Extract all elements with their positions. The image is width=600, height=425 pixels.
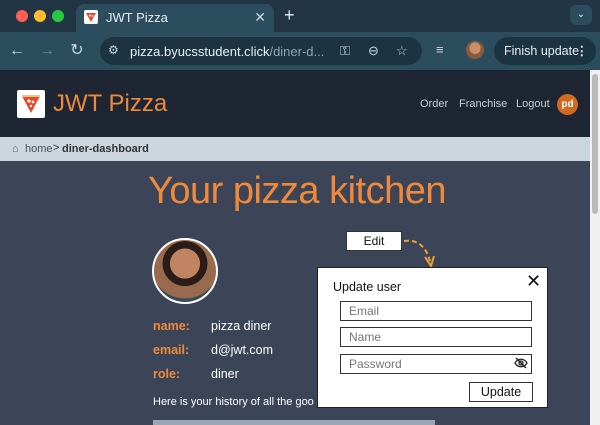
edit-annotation-label: Edit: [346, 231, 402, 251]
email-value: d@jwt.com: [211, 343, 274, 357]
page-title: Your pizza kitchen: [148, 170, 447, 212]
nav-franchise-link[interactable]: Franchise: [459, 98, 507, 110]
home-icon[interactable]: ⌂: [12, 143, 19, 155]
breadcrumb-home-link[interactable]: home: [25, 143, 53, 155]
reload-icon[interactable]: ↻: [66, 40, 88, 62]
browser-toolbar: ← → ↻ ⚙ pizza.byucsstudent.click/diner-d…: [0, 32, 600, 70]
key-icon[interactable]: ⚿: [340, 43, 350, 59]
name-label: name:: [153, 319, 190, 333]
nav-logout-link[interactable]: Logout: [516, 98, 550, 110]
annotation-arrow-icon: [403, 239, 435, 269]
zoom-icon[interactable]: ⊖: [368, 43, 379, 59]
web-page: JWT Pizza Order Franchise Logout pd ⌂ ho…: [0, 70, 590, 425]
tab-bar: JWT Pizza ✕ + ⌄: [0, 0, 600, 32]
tab-close-icon[interactable]: ✕: [254, 9, 266, 26]
site-info-icon[interactable]: ⚙: [108, 43, 119, 57]
eye-off-icon[interactable]: [514, 357, 528, 369]
email-field[interactable]: [340, 301, 532, 321]
media-icon[interactable]: ≡: [436, 42, 444, 57]
brand-title[interactable]: JWT Pizza: [53, 90, 167, 118]
dialog-title: Update user: [333, 280, 402, 294]
update-button[interactable]: Update: [469, 382, 533, 402]
finish-update-label: Finish update: [504, 44, 580, 58]
role-label: role:: [153, 367, 181, 381]
tab-search-button[interactable]: ⌄: [570, 5, 592, 25]
site-header: JWT Pizza Order Franchise Logout pd: [0, 70, 590, 137]
star-icon[interactable]: ☆: [396, 43, 408, 59]
new-tab-button[interactable]: +: [284, 5, 295, 26]
maximize-window-button[interactable]: [52, 10, 64, 22]
chevron-down-icon: ⌄: [576, 9, 586, 20]
close-window-button[interactable]: [16, 10, 28, 22]
role-value: diner: [211, 367, 239, 381]
name-value: pizza diner: [211, 319, 272, 333]
breadcrumb: ⌂ home > diner-dashboard: [0, 137, 590, 161]
name-field[interactable]: [340, 327, 532, 347]
breadcrumb-current: diner-dashboard: [62, 143, 149, 155]
finish-update-button[interactable]: Finish update ⋮: [494, 37, 596, 65]
user-avatar-photo: [152, 238, 218, 304]
scrollbar-thumb[interactable]: [592, 74, 598, 214]
nav-order-link[interactable]: Order: [420, 98, 448, 110]
url-host: pizza.byucsstudent.click: [130, 44, 270, 59]
minimize-window-button[interactable]: [34, 10, 46, 22]
history-table-header: [153, 420, 435, 425]
forward-icon[interactable]: →: [36, 40, 58, 62]
browser-tab[interactable]: JWT Pizza ✕: [76, 4, 274, 32]
breadcrumb-separator: >: [53, 142, 60, 154]
address-bar[interactable]: ⚙ pizza.byucsstudent.click/diner-d... ⚿ …: [100, 37, 422, 65]
close-icon[interactable]: ✕: [526, 272, 541, 290]
pizza-favicon-icon: [84, 10, 98, 24]
url-path: /diner-d...: [269, 44, 325, 59]
email-label: email:: [153, 343, 190, 357]
back-icon[interactable]: ←: [6, 40, 28, 62]
more-icon[interactable]: ⋮: [576, 37, 589, 65]
update-user-dialog: Update user ✕ Update: [317, 267, 548, 408]
tab-title: JWT Pizza: [106, 10, 168, 25]
user-avatar-badge[interactable]: pd: [557, 94, 578, 115]
pizza-logo-icon[interactable]: [17, 90, 45, 118]
browser-window: JWT Pizza ✕ + ⌄ ← → ↻ ⚙ pizza.byucsstude…: [0, 0, 600, 425]
page-scrollbar[interactable]: [590, 70, 600, 425]
history-text: Here is your history of all the goo: [153, 396, 314, 408]
url-text[interactable]: pizza.byucsstudent.click/diner-d...: [130, 44, 340, 59]
profile-avatar[interactable]: [466, 41, 484, 59]
password-field[interactable]: [340, 354, 532, 374]
